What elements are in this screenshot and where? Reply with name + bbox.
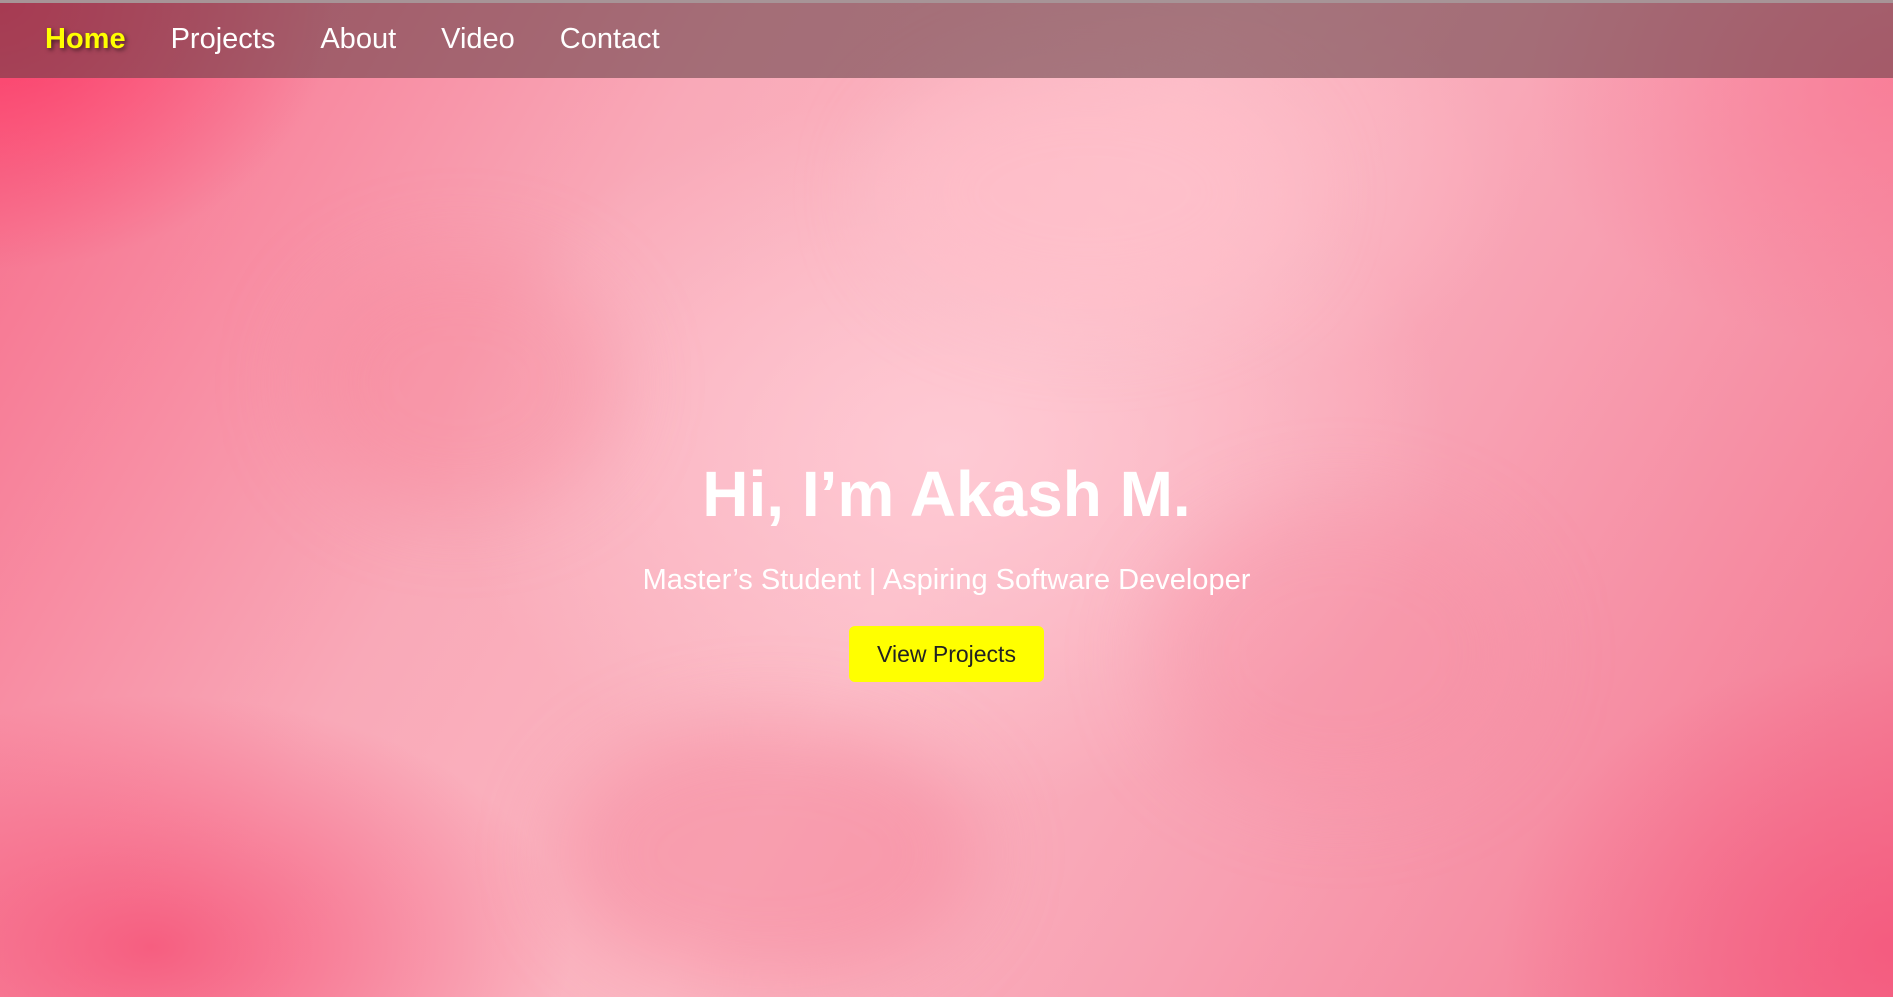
top-navbar: Home Projects About Video Contact bbox=[0, 0, 1893, 78]
hero-subtitle: Master’s Student | Aspiring Software Dev… bbox=[642, 564, 1251, 596]
nav-link-home[interactable]: Home bbox=[45, 24, 126, 54]
view-projects-button[interactable]: View Projects bbox=[849, 626, 1044, 682]
nav-link-projects[interactable]: Projects bbox=[171, 24, 276, 54]
page: Home Projects About Video Contact Hi, I’… bbox=[0, 0, 1893, 997]
hero-content: Hi, I’m Akash M. Master’s Student | Aspi… bbox=[0, 462, 1893, 682]
nav-link-video[interactable]: Video bbox=[441, 24, 515, 54]
nav-link-contact[interactable]: Contact bbox=[560, 24, 660, 54]
nav-link-about[interactable]: About bbox=[320, 24, 396, 54]
cloud-texture bbox=[560, 723, 980, 983]
hero-title: Hi, I’m Akash M. bbox=[702, 458, 1191, 530]
cloud-texture bbox=[880, 63, 1300, 323]
